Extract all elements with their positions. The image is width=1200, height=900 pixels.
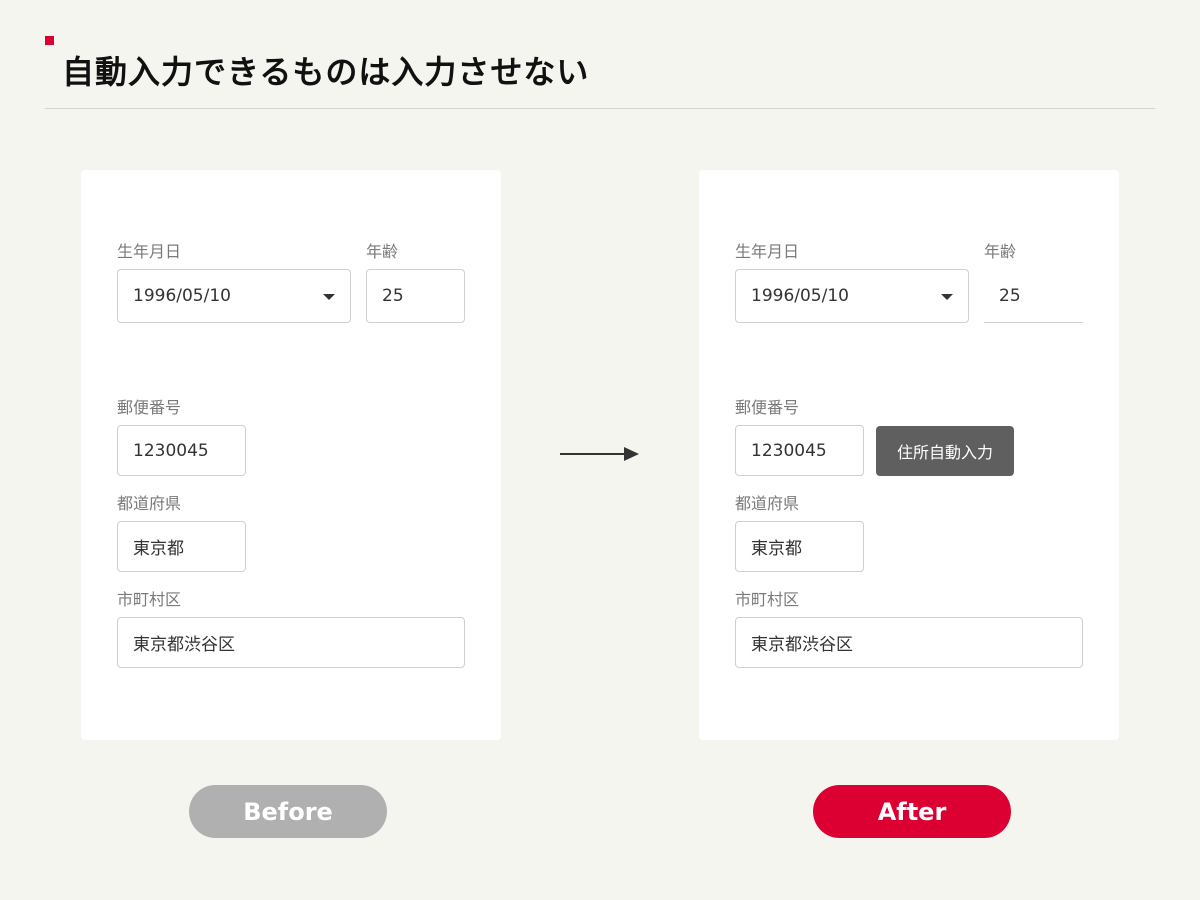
prefecture-value: 東京都: [751, 539, 802, 559]
age-display: 25: [984, 269, 1083, 323]
after-form-card: 生年月日 1996/05/10 年齢 25 郵便番号 1230045 住所自動入…: [699, 170, 1119, 740]
postal-code-input[interactable]: 1230045: [117, 425, 246, 476]
birthdate-select[interactable]: 1996/05/10: [735, 269, 969, 323]
birthdate-value: 1996/05/10: [133, 286, 231, 306]
postal-code-input[interactable]: 1230045: [735, 425, 864, 476]
city-value: 東京都渋谷区: [133, 635, 235, 655]
age-label: 年齢: [984, 242, 1017, 261]
birthdate-select[interactable]: 1996/05/10: [117, 269, 351, 323]
prefecture-label: 都道府県: [117, 494, 182, 513]
birthdate-value: 1996/05/10: [751, 286, 849, 306]
postal-code-label: 郵便番号: [117, 398, 182, 417]
chevron-down-icon: [323, 294, 335, 300]
city-label: 市町村区: [735, 590, 800, 609]
before-form-card: 生年月日 1996/05/10 年齢 25 郵便番号 1230045 都道府県 …: [81, 170, 501, 740]
prefecture-label: 都道府県: [735, 494, 800, 513]
age-label: 年齢: [366, 242, 399, 261]
birthdate-label: 生年月日: [735, 242, 800, 261]
age-value: 25: [999, 285, 1021, 306]
city-label: 市町村区: [117, 590, 182, 609]
city-input[interactable]: 東京都渋谷区: [735, 617, 1083, 668]
birthdate-label: 生年月日: [117, 242, 182, 261]
after-label-pill: After: [813, 785, 1011, 838]
city-input[interactable]: 東京都渋谷区: [117, 617, 465, 668]
prefecture-value: 東京都: [133, 539, 184, 559]
postal-code-label: 郵便番号: [735, 398, 800, 417]
city-value: 東京都渋谷区: [751, 635, 853, 655]
page-title: 自動入力できるものは入力させない: [62, 53, 590, 91]
age-value: 25: [382, 286, 404, 306]
title-divider: [45, 108, 1155, 109]
prefecture-input[interactable]: 東京都: [735, 521, 864, 572]
address-autofill-button[interactable]: 住所自動入力: [876, 426, 1014, 476]
arrow-right-icon: [560, 447, 639, 461]
age-input[interactable]: 25: [366, 269, 465, 323]
title-accent-square: [45, 36, 54, 45]
postal-code-value: 1230045: [751, 440, 827, 461]
prefecture-input[interactable]: 東京都: [117, 521, 246, 572]
postal-code-value: 1230045: [133, 440, 209, 461]
before-label-pill: Before: [189, 785, 387, 838]
chevron-down-icon: [941, 294, 953, 300]
